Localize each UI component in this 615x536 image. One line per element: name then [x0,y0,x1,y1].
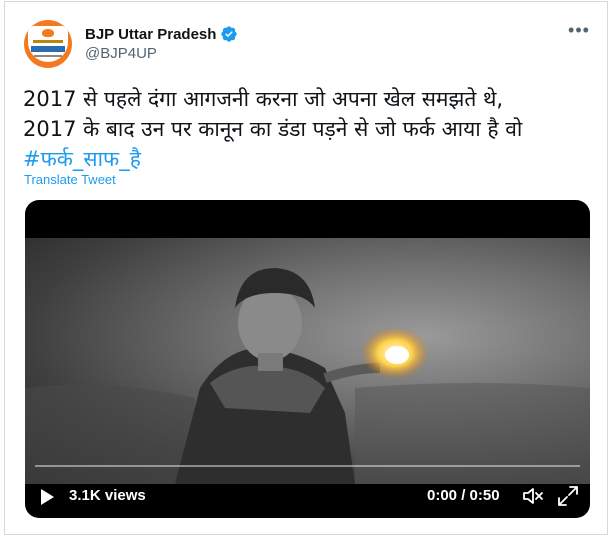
author-handle[interactable]: @BJP4UP [85,45,157,62]
video-still-image [25,268,590,484]
author-name-row[interactable]: BJP Uttar Pradesh [85,25,238,43]
video-frame[interactable] [25,238,590,484]
tweet-text: 2017 से पहले दंगा आगजनी करना जो अपना खेल… [23,84,598,174]
view-count: 3.1K views [69,487,146,504]
hashtag-link[interactable]: #फर्क_साफ_है [23,144,598,174]
tweet-text-line-1: 2017 से पहले दंगा आगजनी करना जो अपना खेल… [23,87,504,111]
video-time: 0:00 / 0:50 [427,487,500,504]
volume-muted-icon[interactable] [522,486,544,506]
verified-badge-icon [221,26,238,42]
author-name[interactable]: BJP Uttar Pradesh [85,26,216,43]
video-player[interactable]: 3.1K views 0:00 / 0:50 [25,200,590,518]
bjp-logo-avatar-icon [28,26,68,62]
video-progress-bar[interactable] [35,465,580,467]
author-avatar[interactable] [24,20,72,68]
more-horizontal-icon[interactable]: ••• [567,21,591,42]
translate-tweet-link[interactable]: Translate Tweet [24,172,116,187]
fullscreen-icon[interactable] [557,485,579,507]
tweet-card: BJP Uttar Pradesh @BJP4UP ••• 2017 से पह… [4,1,608,535]
play-icon[interactable] [41,489,54,505]
tweet-text-line-2: 2017 के बाद उन पर कानून का डंडा पड़ने से… [23,117,523,141]
